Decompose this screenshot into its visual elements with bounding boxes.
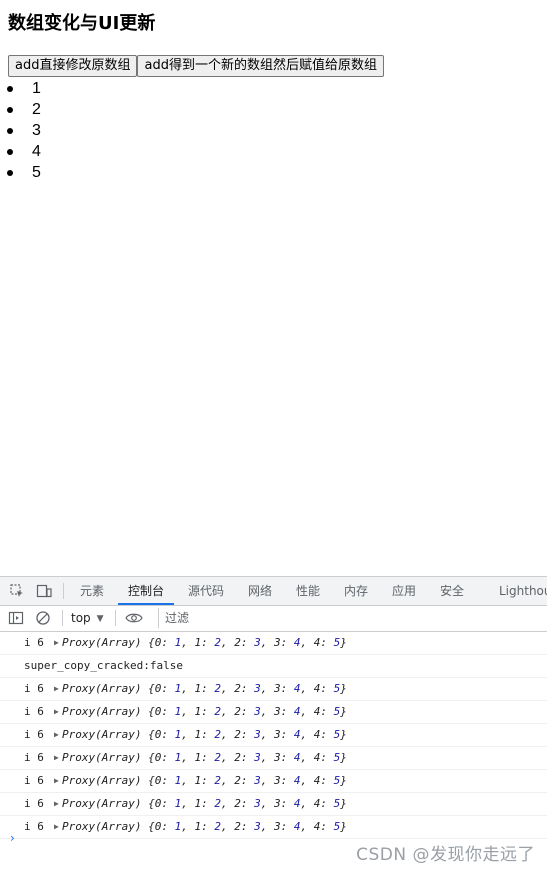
proxy-array-value: Proxy(Array) {0: 1, 1: 2, 2: 3, 3: 4, 4:… xyxy=(62,820,347,833)
expand-triangle-icon[interactable]: ▶ xyxy=(54,632,59,654)
context-selector[interactable]: top ▼ xyxy=(71,610,104,627)
console-log-row[interactable]: i 6 ▶ Proxy(Array) {0: 1, 1: 2, 2: 3, 3:… xyxy=(0,632,547,655)
page-content: 数组变化与UI更新 add直接修改原数组 add得到一个新的数组然后赋值给原数组… xyxy=(0,0,547,576)
add-new-array-button[interactable]: add得到一个新的数组然后赋值给原数组 xyxy=(137,55,384,77)
expand-triangle-icon[interactable]: ▶ xyxy=(54,770,59,792)
inspect-element-icon[interactable] xyxy=(8,582,26,600)
list-item: 1 xyxy=(0,78,41,99)
tab-lighthouse[interactable]: Lighthou xyxy=(499,577,547,605)
tab-application[interactable]: 应用 xyxy=(392,577,416,605)
add-direct-modify-button[interactable]: add直接修改原数组 xyxy=(8,55,138,77)
expand-triangle-icon[interactable]: ▶ xyxy=(54,793,59,815)
expand-triangle-icon[interactable]: ▶ xyxy=(54,724,59,746)
proxy-array-value: Proxy(Array) {0: 1, 1: 2, 2: 3, 3: 4, 4:… xyxy=(62,682,347,695)
watermark: CSDN @发现你走远了 xyxy=(356,845,535,865)
tab-console[interactable]: 控制台 xyxy=(117,577,175,605)
number-list: 1 2 3 4 5 xyxy=(0,78,41,183)
console-log-row[interactable]: i 6 ▶ Proxy(Array) {0: 1, 1: 2, 2: 3, 3:… xyxy=(0,678,547,701)
expand-triangle-icon[interactable]: ▶ xyxy=(54,701,59,723)
sidebar-toggle-icon[interactable] xyxy=(7,609,25,627)
console-output: i 6 ▶ Proxy(Array) {0: 1, 1: 2, 2: 3, 3:… xyxy=(0,632,547,839)
tab-network[interactable]: 网络 xyxy=(248,577,272,605)
console-log-row[interactable]: i 6 ▶ Proxy(Array) {0: 1, 1: 2, 2: 3, 3:… xyxy=(0,747,547,770)
device-toolbar-icon[interactable] xyxy=(35,582,53,600)
devtools-panel: 元素 控制台 源代码 网络 性能 内存 应用 安全 Lighthou top ▼ … xyxy=(0,576,547,873)
proxy-array-value: Proxy(Array) {0: 1, 1: 2, 2: 3, 3: 4, 4:… xyxy=(62,728,347,741)
tab-sources[interactable]: 源代码 xyxy=(188,577,224,605)
list-item: 4 xyxy=(0,141,41,162)
console-filter-input[interactable]: 过滤 xyxy=(158,608,547,628)
proxy-array-value: Proxy(Array) {0: 1, 1: 2, 2: 3, 3: 4, 4:… xyxy=(62,751,347,764)
console-log-row[interactable]: i 6 ▶ Proxy(Array) {0: 1, 1: 2, 2: 3, 3:… xyxy=(0,724,547,747)
expand-triangle-icon[interactable]: ▶ xyxy=(54,816,59,838)
console-prompt[interactable]: › xyxy=(10,831,15,845)
bullet-icon xyxy=(7,149,13,155)
tab-security[interactable]: 安全 xyxy=(440,577,464,605)
bullet-icon xyxy=(7,128,13,134)
bullet-icon xyxy=(7,86,13,92)
list-item: 3 xyxy=(0,120,41,141)
console-log-row[interactable]: i 6 ▶ Proxy(Array) {0: 1, 1: 2, 2: 3, 3:… xyxy=(0,793,547,816)
tab-performance[interactable]: 性能 xyxy=(296,577,320,605)
console-log-row[interactable]: i 6 ▶ Proxy(Array) {0: 1, 1: 2, 2: 3, 3:… xyxy=(0,770,547,793)
tab-memory[interactable]: 内存 xyxy=(344,577,368,605)
divider xyxy=(115,610,116,626)
expand-triangle-icon[interactable]: ▶ xyxy=(54,678,59,700)
devtools-tab-bar: 元素 控制台 源代码 网络 性能 内存 应用 安全 Lighthou xyxy=(0,577,547,606)
proxy-array-value: Proxy(Array) {0: 1, 1: 2, 2: 3, 3: 4, 4:… xyxy=(62,705,347,718)
list-item: 5 xyxy=(0,162,41,183)
divider xyxy=(62,610,63,626)
list-item: 2 xyxy=(0,99,41,120)
console-log-row: super_copy_cracked:false xyxy=(0,655,547,678)
tab-elements[interactable]: 元素 xyxy=(80,577,104,605)
button-row: add直接修改原数组 add得到一个新的数组然后赋值给原数组 xyxy=(8,55,384,77)
page-title: 数组变化与UI更新 xyxy=(8,13,156,34)
bullet-icon xyxy=(7,107,13,113)
console-toolbar: top ▼ 过滤 xyxy=(0,606,547,632)
clear-console-icon[interactable] xyxy=(34,609,52,627)
dropdown-arrow-icon: ▼ xyxy=(96,614,104,624)
proxy-array-value: Proxy(Array) {0: 1, 1: 2, 2: 3, 3: 4, 4:… xyxy=(62,636,347,649)
expand-triangle-icon[interactable]: ▶ xyxy=(54,747,59,769)
proxy-array-value: Proxy(Array) {0: 1, 1: 2, 2: 3, 3: 4, 4:… xyxy=(62,797,347,810)
console-log-row[interactable]: i 6 ▶ Proxy(Array) {0: 1, 1: 2, 2: 3, 3:… xyxy=(0,701,547,724)
console-log-row[interactable]: i 6 ▶ Proxy(Array) {0: 1, 1: 2, 2: 3, 3:… xyxy=(0,816,547,839)
divider xyxy=(63,583,64,599)
eye-icon[interactable] xyxy=(125,609,143,627)
proxy-array-value: Proxy(Array) {0: 1, 1: 2, 2: 3, 3: 4, 4:… xyxy=(62,774,347,787)
bullet-icon xyxy=(7,170,13,176)
